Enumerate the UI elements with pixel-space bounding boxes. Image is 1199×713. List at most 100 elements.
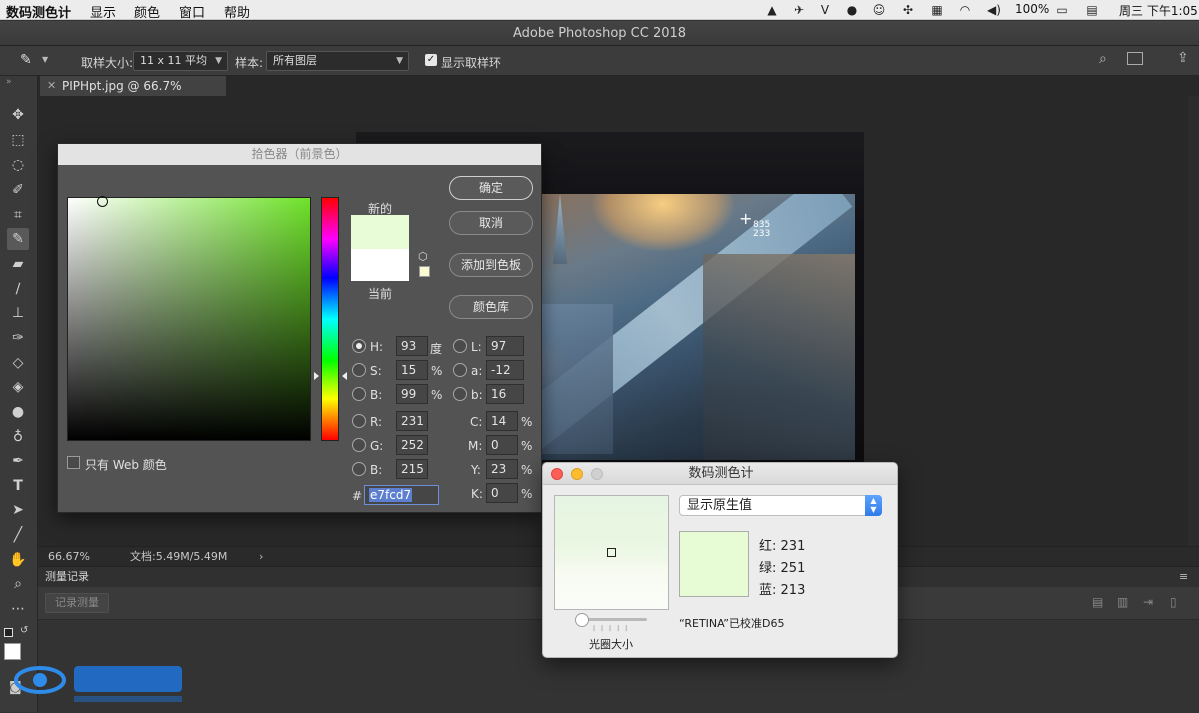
panel-menu-icon[interactable]: ≡ (1179, 567, 1188, 587)
cyan-field[interactable]: 14 (486, 411, 518, 431)
hue-slider[interactable] (321, 197, 339, 441)
brush-tool-icon[interactable]: ∕ (7, 278, 29, 300)
history-brush-icon[interactable]: ✑ (7, 327, 29, 349)
lab-l-field[interactable]: 97 (486, 336, 524, 356)
wifi-icon[interactable]: ◠ (958, 3, 972, 17)
ok-button[interactable]: 确定 (449, 176, 533, 200)
radio-brightness[interactable] (352, 387, 366, 401)
menu-display[interactable]: 显示 (90, 2, 116, 21)
radio-hue[interactable] (352, 339, 366, 353)
flag-us-icon[interactable]: ▤ (1083, 3, 1101, 17)
select-rows-icon[interactable]: ▤ (1092, 595, 1103, 609)
blue-field[interactable]: 215 (396, 459, 428, 479)
menu-window[interactable]: 窗口 (179, 2, 205, 21)
volume-icon[interactable]: ◀) (987, 3, 1001, 17)
add-to-swatches-button[interactable]: 添加到色板 (449, 253, 533, 277)
clone-stamp-icon[interactable]: ⊥ (7, 302, 29, 324)
radio-green[interactable] (352, 438, 366, 452)
saturation-field[interactable]: 15 (396, 360, 428, 380)
status-expand-icon[interactable]: › (259, 547, 263, 567)
crop-tool-icon[interactable]: ⌗ (7, 204, 29, 226)
swap-colors-icon[interactable]: ↺ (20, 625, 28, 636)
keyboard-icon[interactable]: ▦ (930, 3, 944, 17)
radio-blue[interactable] (352, 462, 366, 476)
eraser-tool-icon[interactable]: ◇ (7, 352, 29, 374)
measurement-panel-title[interactable]: 测量记录 (45, 567, 89, 587)
qq-penguin-icon[interactable]: ● (845, 3, 859, 17)
close-window-icon[interactable] (551, 468, 563, 480)
move-tool-icon[interactable]: ✥ (7, 104, 29, 126)
type-tool-icon[interactable]: T (7, 475, 29, 497)
paint-bucket-icon[interactable]: ◈ (7, 376, 29, 398)
saturation-brightness-field[interactable] (67, 196, 311, 441)
accessibility-icon[interactable]: ☺ (872, 3, 886, 17)
share-icon[interactable]: ⇪ (1177, 50, 1189, 66)
gamut-warning-icon[interactable]: ⬡ (418, 250, 428, 263)
quick-select-tool-icon[interactable]: ✐ (7, 179, 29, 201)
radio-red[interactable] (352, 414, 366, 428)
web-safe-swatch[interactable] (419, 266, 430, 277)
london-city-photo[interactable]: + 835 233 (503, 194, 855, 460)
menu-color[interactable]: 颜色 (134, 2, 160, 21)
magenta-field[interactable]: 0 (486, 435, 518, 455)
marquee-tool-icon[interactable]: ⬚ (7, 129, 29, 151)
lab-a-field[interactable]: -12 (486, 360, 524, 380)
canvas-scrollbar[interactable] (1188, 96, 1199, 546)
more-tools-icon[interactable]: ⋯ (7, 598, 29, 620)
show-ring-checkbox[interactable]: ✓ (425, 54, 437, 66)
black-field[interactable]: 0 (486, 483, 518, 503)
chevron-down-icon[interactable]: ▼ (42, 55, 48, 64)
bird-icon[interactable]: ✈ (792, 3, 806, 17)
line-tool-icon[interactable]: ╱ (7, 524, 29, 546)
cancel-button[interactable]: 取消 (449, 211, 533, 235)
hand-tool-icon[interactable]: ✋ (7, 549, 29, 571)
current-color-swatch[interactable] (351, 249, 409, 281)
lab-b-field[interactable]: 16 (486, 384, 524, 404)
export-icon[interactable]: ⇥ (1143, 595, 1153, 609)
trash-icon[interactable]: ▯ (1170, 595, 1177, 609)
color-field-marker[interactable] (97, 196, 108, 207)
path-select-icon[interactable]: ➤ (7, 499, 29, 521)
pen-tool-icon[interactable]: ✒ (7, 450, 29, 472)
brightness-field[interactable]: 99 (396, 384, 428, 404)
menu-help[interactable]: 帮助 (224, 2, 250, 21)
radio-lab-b[interactable] (453, 387, 467, 401)
battery-icon[interactable]: ▭ (1052, 3, 1072, 17)
hue-field[interactable]: 93 (396, 336, 428, 356)
network-arrows-icon[interactable]: ✣ (901, 3, 915, 17)
lasso-tool-icon[interactable]: ◌ (7, 154, 29, 176)
zoom-level[interactable]: 66.67% (48, 547, 90, 567)
sample-select[interactable]: 所有图层 ▼ (266, 51, 409, 71)
web-only-checkbox[interactable] (67, 456, 80, 469)
document-tab[interactable]: ✕ PIPHpt.jpg @ 66.7%(RGB/8#) (40, 76, 226, 113)
value-mode-select[interactable]: 显示原生值 ▲ ▼ (679, 495, 882, 516)
yellow-field[interactable]: 23 (486, 459, 518, 479)
v-logo-icon[interactable]: V (818, 3, 832, 17)
hue-arrow-left-icon[interactable] (314, 372, 319, 380)
eyedropper-icon[interactable]: ✎ (20, 52, 32, 68)
expand-panel-icon[interactable]: » (6, 77, 12, 87)
vlc-icon[interactable]: ▲ (765, 3, 779, 17)
red-field[interactable]: 231 (396, 411, 428, 431)
aperture-slider-knob[interactable] (575, 613, 589, 627)
menubar-clock[interactable]: 周三 下午1:05 (1119, 2, 1198, 19)
record-measurement-button[interactable]: 记录测量 (45, 593, 109, 613)
default-colors-icon[interactable] (4, 628, 13, 637)
search-icon[interactable]: ⌕ (1099, 51, 1107, 67)
healing-brush-icon[interactable]: ▰ (7, 253, 29, 275)
deselect-rows-icon[interactable]: ▥ (1117, 595, 1128, 609)
hex-field[interactable]: e7fcd7 (364, 485, 439, 505)
green-field[interactable]: 252 (396, 435, 428, 455)
minimize-window-icon[interactable] (571, 468, 583, 480)
zoom-tool-icon[interactable]: ⌕ (7, 573, 29, 595)
eyedropper-tool-icon[interactable]: ✎ (7, 228, 29, 250)
radio-saturation[interactable] (352, 363, 366, 377)
workspace-icon[interactable] (1127, 52, 1143, 65)
dodge-tool-icon[interactable]: ♁ (7, 426, 29, 448)
hue-arrow-right-icon[interactable] (342, 372, 347, 380)
radio-lab-a[interactable] (453, 363, 467, 377)
blur-tool-icon[interactable]: ● (7, 401, 29, 423)
menu-app-name[interactable]: 数码测色计 (6, 2, 71, 21)
color-libraries-button[interactable]: 颜色库 (449, 295, 533, 319)
radio-lightness[interactable] (453, 339, 467, 353)
